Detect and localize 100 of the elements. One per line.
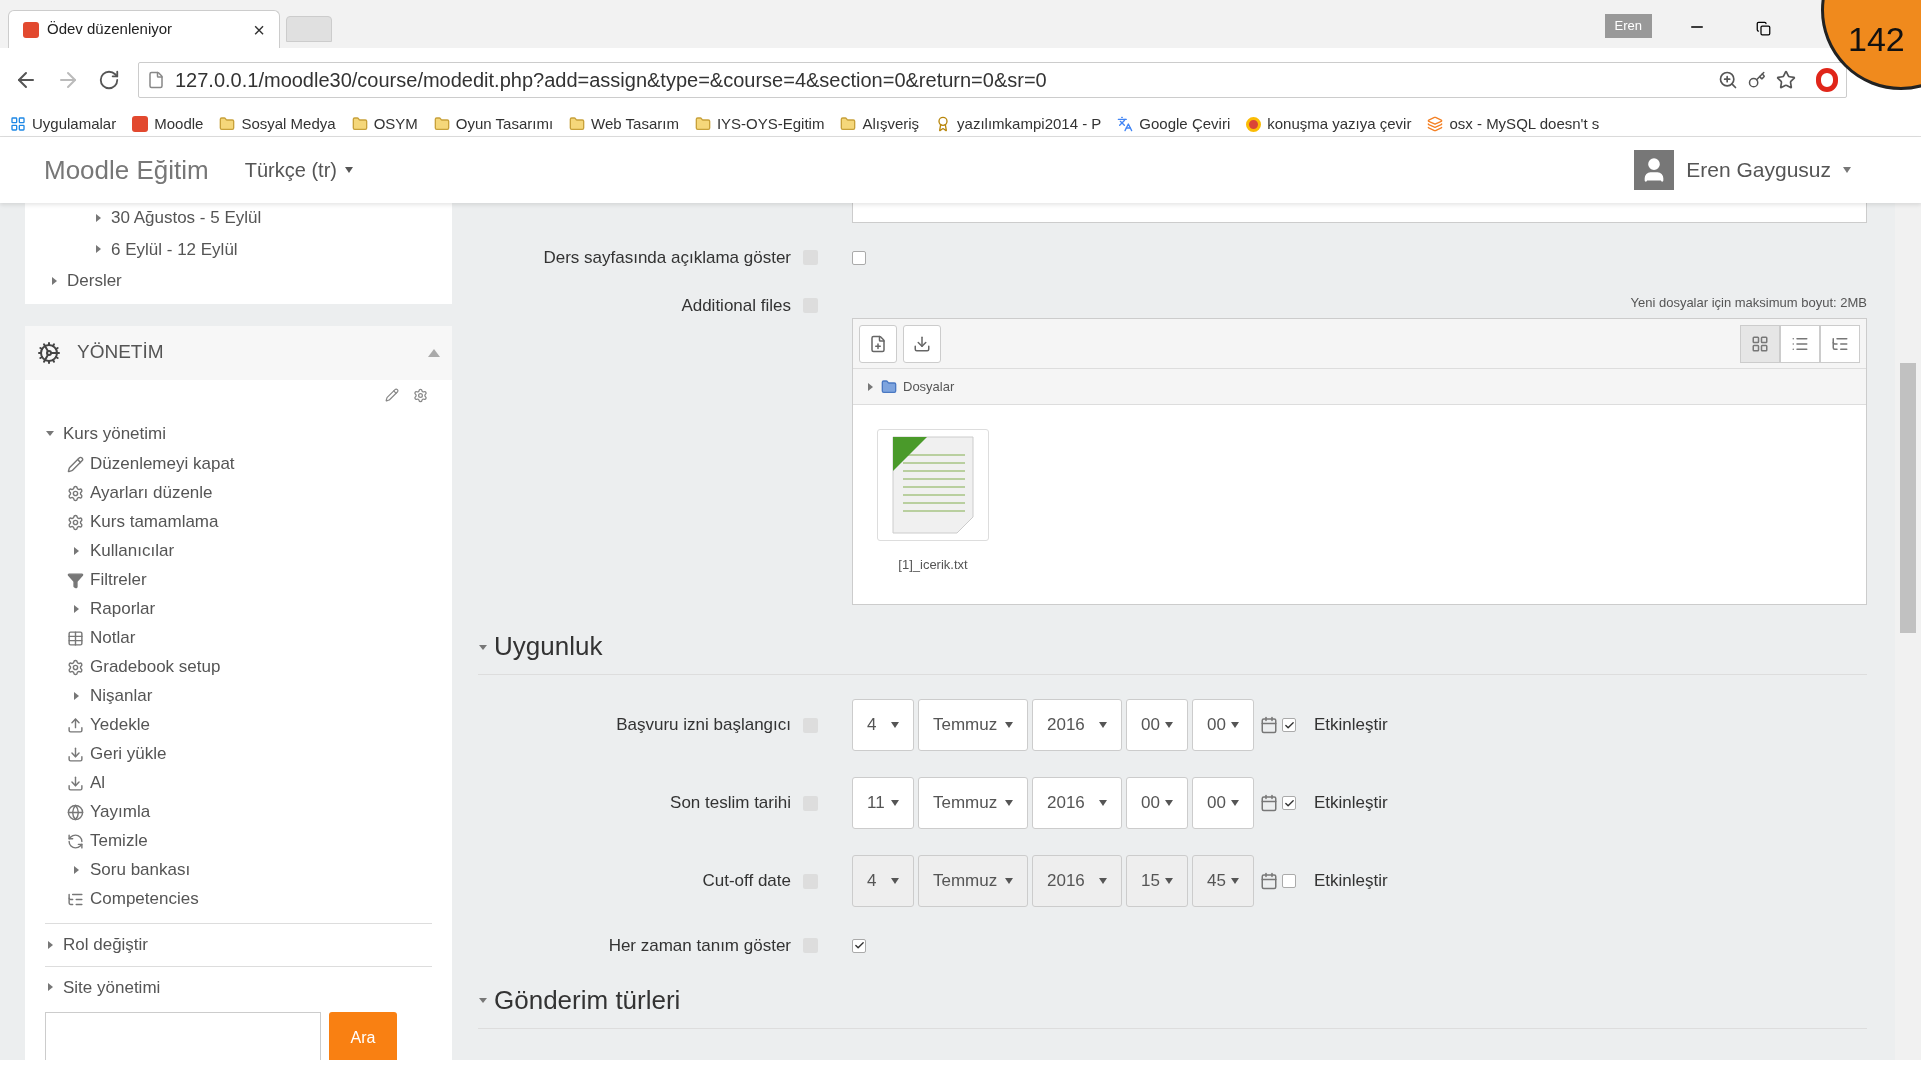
user-menu[interactable]: Eren Gaygusuz: [1634, 150, 1851, 190]
folder-name[interactable]: Dosyalar: [903, 376, 955, 397]
checkbox[interactable]: [1282, 874, 1296, 888]
reload-icon[interactable]: [98, 69, 120, 91]
date-select[interactable]: 2016: [1032, 699, 1122, 751]
star-icon[interactable]: [1776, 70, 1796, 90]
tree-item[interactable]: Kullanıcılar: [67, 539, 432, 563]
caret-icon: [1165, 722, 1173, 728]
tree-item[interactable]: Soru bankası: [67, 858, 432, 882]
edit-icon[interactable]: [385, 387, 399, 402]
date-select[interactable]: 2016: [1032, 777, 1122, 829]
tree-item[interactable]: Raporlar: [67, 597, 432, 621]
bookmark[interactable]: IYS-OYS-Egitim: [694, 112, 825, 136]
zoom-icon[interactable]: [1718, 70, 1738, 90]
date-select[interactable]: 4: [852, 855, 914, 907]
browser-tab[interactable]: Ödev düzenleniyor ×: [8, 10, 280, 48]
language-menu[interactable]: Türkçe (tr): [244, 155, 353, 185]
date-select[interactable]: 00: [1126, 777, 1188, 829]
caret-icon: [1165, 878, 1173, 884]
globe-icon: [67, 803, 84, 821]
close-icon[interactable]: ×: [253, 14, 265, 45]
url-text: 127.0.0.1/moodle30/course/modedit.php?add=assign&type=&course=4&section=0&return=0&sr=0: [175, 68, 1048, 93]
date-select[interactable]: 00: [1126, 699, 1188, 751]
settings-icon[interactable]: [413, 387, 428, 403]
site-name[interactable]: Moodle Eğitim: [44, 150, 209, 190]
settings-icon: [67, 658, 84, 676]
bookmark[interactable]: Google Çeviri: [1117, 112, 1231, 136]
restore-icon[interactable]: [1756, 21, 1771, 36]
tree-item[interactable]: Kurs tamamlama: [67, 510, 432, 534]
date-select[interactable]: 2016: [1032, 855, 1122, 907]
tree-item[interactable]: Yedekle: [67, 713, 432, 737]
tree-item[interactable]: 6 Eylül - 12 Eylül: [49, 236, 452, 262]
download-icon: [67, 774, 84, 792]
tree-item[interactable]: Ayarları düzenle: [67, 481, 432, 505]
file-plus-icon: [869, 334, 887, 353]
date-select[interactable]: 4: [852, 699, 914, 751]
bookmark[interactable]: Web Tasarım: [569, 112, 679, 136]
search-field[interactable]: [45, 1012, 321, 1060]
date-select[interactable]: Temmuz: [918, 855, 1028, 907]
tree-item[interactable]: Site yönetimi: [45, 974, 432, 1000]
view-mode-button[interactable]: [1740, 324, 1780, 363]
tree-item[interactable]: Yayımla: [67, 800, 432, 824]
tree-item[interactable]: Düzenlemeyi kapat: [67, 452, 432, 476]
add-file-button[interactable]: [859, 324, 897, 363]
tree-item[interactable]: Dersler: [49, 268, 452, 294]
tree-item[interactable]: 30 Ağustos - 5 Eylül: [49, 205, 452, 231]
bookmark[interactable]: osx - MySQL doesn't s: [1427, 112, 1600, 136]
date-select[interactable]: 15: [1126, 855, 1188, 907]
section-header[interactable]: Gönderim türleri: [478, 980, 1867, 1029]
date-select[interactable]: 11: [852, 777, 914, 829]
user-name: Eren Gaygusuz: [1686, 157, 1831, 184]
bookmark[interactable]: yazılımkampi2014 - P: [935, 112, 1102, 136]
view-mode-button[interactable]: [1780, 324, 1820, 363]
checkbox[interactable]: [852, 250, 866, 265]
bookmark[interactable]: konuşma yazıya çevir: [1246, 112, 1412, 136]
caret-icon: [891, 800, 899, 806]
caret-icon: [1231, 800, 1239, 806]
date-select[interactable]: 00: [1192, 699, 1254, 751]
bookmark[interactable]: Sosyal Medya: [219, 112, 336, 136]
refresh-icon: [67, 832, 84, 850]
address-bar[interactable]: 127.0.0.1/moodle30/course/modedit.php?add=assign&type=&course=4&section=0&return=0&sr=0: [138, 62, 1847, 98]
field-label: Additional files: [681, 294, 791, 317]
caret-icon: [1843, 167, 1851, 173]
date-select[interactable]: 00: [1192, 777, 1254, 829]
tree-item[interactable]: Temizle: [67, 829, 432, 853]
tree-item[interactable]: Nişanlar: [67, 684, 432, 708]
calendar-icon[interactable]: [1260, 872, 1278, 890]
section-header[interactable]: Uygunluk: [478, 627, 1867, 675]
tree-item[interactable]: Gradebook setup: [67, 655, 432, 679]
file-name[interactable]: [1]_icerik.txt: [898, 555, 968, 575]
tree-item[interactable]: Al: [67, 771, 432, 795]
bookmark[interactable]: Alışveriş: [840, 112, 920, 136]
tree-item[interactable]: Kurs yönetimi: [45, 420, 432, 446]
checkbox[interactable]: [1282, 796, 1296, 810]
date-select[interactable]: Temmuz: [918, 777, 1028, 829]
date-select[interactable]: 45: [1192, 855, 1254, 907]
filter-icon: [67, 571, 84, 589]
bookmark[interactable]: OSYM: [351, 112, 418, 136]
bookmark[interactable]: Moodle: [132, 112, 204, 136]
collapse-icon[interactable]: [428, 348, 440, 357]
checkbox[interactable]: [852, 938, 866, 953]
download-icon: [913, 334, 931, 353]
bookmark[interactable]: Uygulamalar: [10, 112, 117, 136]
key-icon[interactable]: [1748, 71, 1766, 89]
file-thumbnail[interactable]: [877, 429, 989, 541]
tree-item[interactable]: Filtreler: [67, 568, 432, 592]
folder-icon: [840, 116, 857, 132]
extension-icon[interactable]: [1816, 68, 1838, 92]
bookmark[interactable]: Oyun Tasarımı: [433, 112, 554, 136]
date-select[interactable]: Temmuz: [918, 699, 1028, 751]
tree-item[interactable]: Geri yükle: [67, 742, 432, 766]
field-label: Her zaman tanım göster: [608, 935, 791, 957]
download-button[interactable]: [903, 324, 941, 363]
tree-item[interactable]: Notlar: [67, 626, 432, 650]
view-mode-button[interactable]: [1820, 324, 1860, 363]
tree-item[interactable]: Competencies: [67, 887, 432, 911]
checkbox[interactable]: [1282, 718, 1296, 732]
tree-item[interactable]: Rol değiştir: [45, 932, 432, 958]
calendar-icon[interactable]: [1260, 794, 1278, 812]
calendar-icon[interactable]: [1260, 716, 1278, 734]
